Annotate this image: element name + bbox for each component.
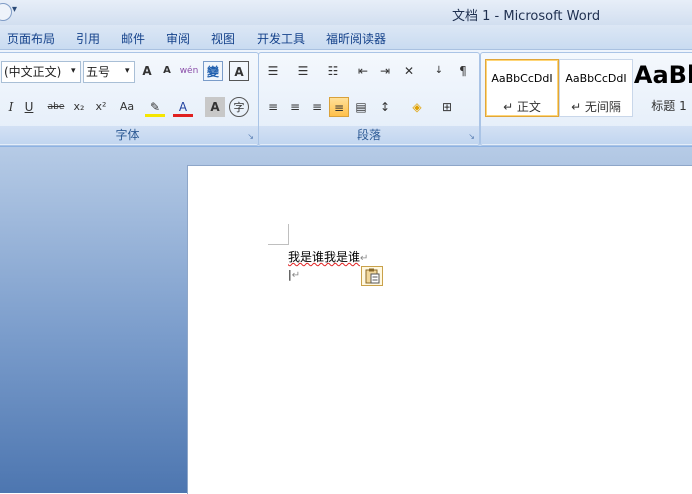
increase-indent-button[interactable]: ⇥	[375, 61, 395, 81]
office-button[interactable]	[0, 3, 12, 21]
font-size-dropdown-icon[interactable]: ▾	[125, 61, 130, 81]
bullets-button[interactable]: ☰	[263, 61, 283, 81]
paragraph-group-label: 段落	[259, 126, 479, 144]
font-group-label: 字体	[0, 126, 258, 144]
numbering-button[interactable]: ☰	[293, 61, 313, 81]
paragraph-group: ☰ ☰ ☷ ⇤ ⇥ ✕ ↓ ¶ ≡ ≡ ≡ ≡ ▤ ↕ ◈ ⊞ 段落 ↘	[258, 52, 480, 146]
paragraph-dialog-launcher-icon[interactable]: ↘	[468, 132, 475, 141]
align-right-button[interactable]: ≡	[307, 97, 327, 117]
paste-options-icon[interactable]	[361, 266, 383, 286]
watermark-url: zhinan.sogou.com	[518, 452, 653, 467]
style-heading-1-sample: AaBb	[633, 61, 692, 89]
ribbon-tabs: 页面布局 引用 邮件 审阅 视图 开发工具 福昕阅读器	[0, 25, 692, 50]
document-text: 我是谁我是谁	[288, 250, 361, 264]
font-color-button[interactable]: A	[173, 97, 193, 117]
shading-button[interactable]: ◈	[407, 97, 427, 117]
decrease-indent-button[interactable]: ⇤	[353, 61, 373, 81]
align-center-button[interactable]: ≡	[285, 97, 305, 117]
title-bar: ▾ 文档 1 - Microsoft Word	[0, 0, 692, 25]
document-text-line[interactable]: 我是谁我是谁↵	[288, 248, 368, 265]
multilevel-list-button[interactable]: ☷	[323, 61, 343, 81]
line-spacing-button[interactable]: ↕	[375, 97, 395, 117]
style-no-spacing-name: ↵ 无间隔	[571, 100, 621, 114]
distributed-button[interactable]: ▤	[351, 97, 371, 117]
tab-developer[interactable]: 开发工具	[257, 30, 305, 47]
subscript-button[interactable]: x₂	[69, 97, 89, 117]
tab-mailings[interactable]: 邮件	[121, 30, 145, 47]
char-shading-button[interactable]: A	[205, 97, 225, 117]
borders-button[interactable]: ⊞	[437, 97, 457, 117]
style-normal-sample: AaBbCcDdI	[491, 72, 553, 85]
highlight-button[interactable]: ✎	[145, 97, 165, 117]
chinese-layout-button[interactable]: ✕	[399, 61, 419, 81]
tab-foxit-reader[interactable]: 福昕阅读器	[326, 30, 386, 47]
quick-access-dropdown-icon[interactable]: ▾	[12, 4, 17, 15]
tab-view[interactable]: 视图	[211, 30, 235, 47]
shrink-font-button[interactable]: A	[157, 61, 177, 81]
font-group: (中文正文) ▾ 五号 ▾ A A wén 變 A I U abe x₂ x² …	[0, 52, 259, 146]
font-dialog-launcher-icon[interactable]: ↘	[247, 132, 254, 141]
tab-review[interactable]: 审阅	[166, 30, 190, 47]
font-name-dropdown-icon[interactable]: ▾	[71, 61, 76, 81]
font-name-select[interactable]: (中文正文)	[1, 61, 81, 83]
align-left-button[interactable]: ≡	[263, 97, 283, 117]
margin-corner-mark	[268, 224, 289, 245]
window-title: 文档 1 - Microsoft Word	[452, 9, 601, 24]
sort-button[interactable]: ↓	[429, 61, 449, 81]
styles-group-label	[481, 126, 692, 144]
ribbon: (中文正文) ▾ 五号 ▾ A A wén 變 A I U abe x₂ x² …	[0, 50, 692, 147]
underline-button[interactable]: U	[19, 97, 39, 117]
show-marks-button[interactable]: ¶	[453, 61, 473, 81]
enclose-chars-button[interactable]: 字	[229, 97, 249, 117]
style-normal[interactable]: AaBbCcDdI ↵ 正文	[485, 59, 559, 117]
superscript-button[interactable]: x²	[91, 97, 111, 117]
style-no-spacing-sample: AaBbCcDdI	[565, 72, 627, 85]
tab-page-layout[interactable]: 页面布局	[7, 30, 55, 47]
phonetic-guide-button[interactable]: 變	[203, 61, 223, 81]
watermark-logo: S搜狗指南	[515, 416, 638, 446]
char-border-button[interactable]: A	[229, 61, 249, 81]
paragraph-mark: ↵	[360, 253, 369, 264]
clear-format-button[interactable]: wén	[179, 61, 199, 81]
italic-button[interactable]: I	[1, 97, 21, 117]
grow-font-button[interactable]: A	[137, 61, 157, 81]
justify-button[interactable]: ≡	[329, 97, 349, 117]
strikethrough-button[interactable]: abe	[43, 97, 69, 117]
style-heading-1[interactable]: AaBb 标题 1	[633, 59, 692, 115]
style-normal-name: ↵ 正文	[503, 100, 541, 114]
styles-group: AaBbCcDdI ↵ 正文 AaBbCcDdI ↵ 无间隔 AaBb 标题 1	[480, 52, 692, 146]
tab-references[interactable]: 引用	[76, 30, 100, 47]
font-size-value: 五号	[86, 65, 111, 79]
style-no-spacing[interactable]: AaBbCcDdI ↵ 无间隔	[559, 59, 633, 117]
change-case-button[interactable]: Aa	[115, 97, 139, 117]
text-cursor: |↵	[288, 268, 301, 281]
font-name-value: (中文正文)	[4, 65, 62, 79]
style-heading-1-name: 标题 1	[651, 99, 687, 113]
